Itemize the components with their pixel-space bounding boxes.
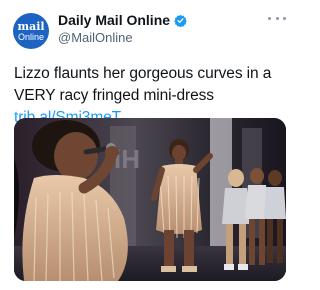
display-name-row[interactable]: Daily Mail Online [58,12,187,28]
display-name[interactable]: Daily Mail Online [58,12,170,28]
avatar-logo-text-2: Online [17,32,44,42]
more-options-icon[interactable] [268,12,286,24]
verified-badge-icon [174,14,187,27]
avatar-logo-text-1: mail [17,20,45,33]
background-logo-mark: iH [114,144,140,174]
account-handle[interactable]: @MailOnline [58,30,133,45]
avatar[interactable]: mail Online [13,13,49,49]
tweet-media-photo[interactable]: iH [14,118,286,281]
tweet-body: Lizzo flaunts her gorgeous curves in a V… [14,65,272,104]
tweet-card[interactable]: mail Online Daily Mail Online @MailOnlin… [0,0,300,290]
photo-illustration: iH [14,118,286,281]
